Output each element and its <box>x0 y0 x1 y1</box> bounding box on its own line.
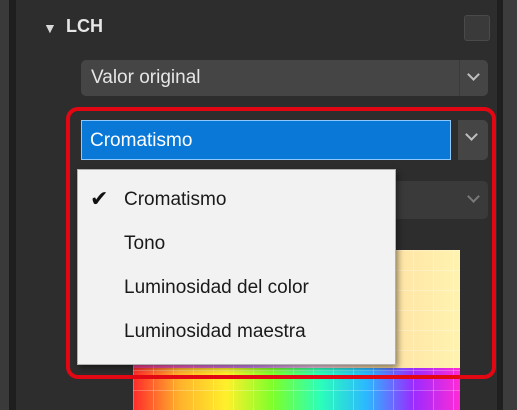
triangle-down-icon[interactable]: ▼ <box>43 20 57 36</box>
mode-dropdown-value: Valor original <box>91 67 201 88</box>
scrollbar[interactable] <box>503 0 517 410</box>
right-panel-gutter <box>497 0 503 410</box>
mode-dropdown[interactable]: Valor original <box>81 60 488 96</box>
chevron-down-icon <box>467 68 480 81</box>
section-enable-checkbox[interactable] <box>464 15 490 41</box>
left-panel-gutter <box>9 0 16 410</box>
section-title: LCH <box>66 16 103 36</box>
highlight-frame <box>66 107 496 379</box>
lch-section-header[interactable]: ▼ LCH <box>40 10 500 44</box>
mode-dropdown-arrow[interactable] <box>459 60 488 96</box>
left-panel-edge <box>0 0 9 410</box>
